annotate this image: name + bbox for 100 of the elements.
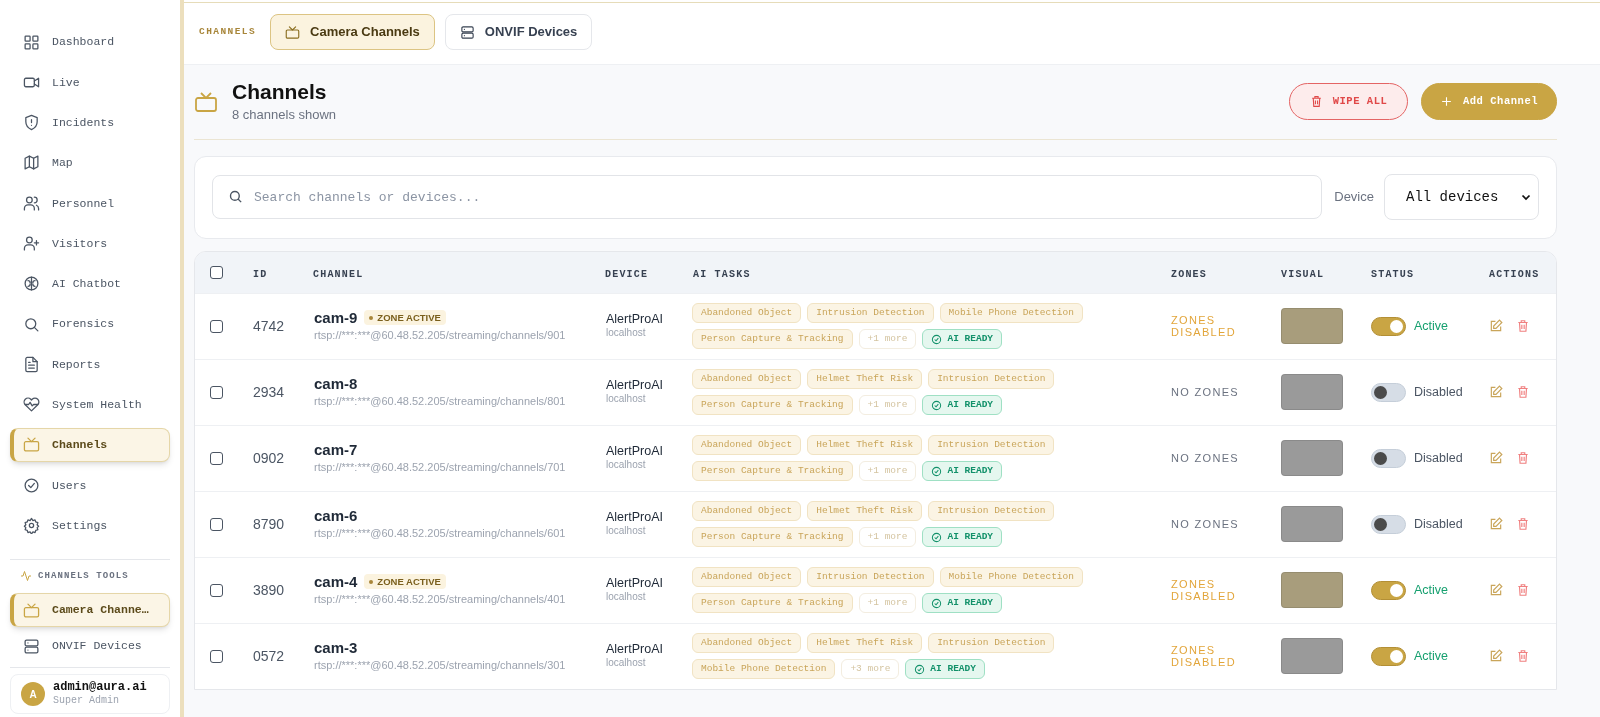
sidebar-item[interactable]: System Health <box>10 387 170 422</box>
user-plus-icon <box>23 235 40 252</box>
sidebar-item[interactable]: Camera Channe… <box>10 593 170 628</box>
status-label: Active <box>1414 581 1449 599</box>
more-tag: +1 more <box>858 593 917 613</box>
row-checkbox[interactable] <box>210 385 223 399</box>
trash-icon[interactable] <box>1516 517 1530 531</box>
task-tag: Intrusion Detection <box>928 369 1055 389</box>
section-label: CHANNELS <box>199 24 256 39</box>
channel-id: 2934 <box>253 384 285 400</box>
sidebar-item[interactable]: Map <box>10 145 170 180</box>
status-label: Active <box>1414 317 1449 335</box>
status-toggle[interactable] <box>1371 580 1406 600</box>
page-title: Channels <box>232 79 328 105</box>
status-toggle[interactable] <box>1371 448 1406 468</box>
section-heading: CHANNELS TOOLS <box>38 569 129 583</box>
user-card[interactable]: A admin@aura.ai Super Admin <box>10 674 170 715</box>
edit-icon[interactable] <box>1489 517 1503 531</box>
sidebar-item[interactable]: Incidents <box>10 105 170 140</box>
heart-pulse-icon <box>23 396 40 414</box>
trash-icon[interactable] <box>1516 649 1530 663</box>
row-checkbox[interactable] <box>210 583 223 597</box>
sidebar-item[interactable]: Personnel <box>10 186 170 221</box>
device-host: localhost <box>606 326 647 339</box>
channel-id: 4742 <box>253 318 285 334</box>
channel-id: 3890 <box>253 582 285 598</box>
channel-id: 0572 <box>253 648 285 664</box>
trash-icon[interactable] <box>1516 319 1530 333</box>
more-tag: +1 more <box>858 395 917 415</box>
zone-active-badge: ZONE ACTIVE <box>364 310 446 326</box>
device-name: AlertProAI <box>606 511 664 524</box>
channel-name: cam-7 <box>314 440 358 459</box>
sidebar-item[interactable]: AI Chatbot <box>10 266 170 301</box>
edit-icon[interactable] <box>1489 385 1503 399</box>
row-checkbox[interactable] <box>210 451 223 465</box>
trash-icon[interactable] <box>1516 451 1530 465</box>
device-name: AlertProAI <box>606 313 664 326</box>
tv-icon <box>23 436 40 454</box>
stream-url: rtsp://***:***@60.48.52.205/streaming/channels/901 <box>314 327 567 343</box>
avatar: A <box>21 682 45 707</box>
device-select[interactable]: All devices <box>1384 174 1539 220</box>
row-checkbox[interactable] <box>210 319 223 333</box>
status-toggle[interactable] <box>1371 382 1406 402</box>
edit-icon[interactable] <box>1489 319 1503 333</box>
ai-ready-badge: AI READY <box>922 593 1003 613</box>
sidebar-item[interactable]: Visitors <box>10 226 170 261</box>
status-toggle[interactable] <box>1371 646 1406 666</box>
activity-icon <box>20 570 32 583</box>
zones-status: NO ZONES <box>1171 452 1240 464</box>
search-field[interactable]: Search channels or devices... <box>212 175 1323 219</box>
column-header: AI TASKS <box>693 269 751 280</box>
zones-status: ZONES DISABLED <box>1171 578 1237 602</box>
sidebar-item[interactable]: Settings <box>10 508 170 543</box>
zones-status: NO ZONES <box>1171 386 1240 398</box>
device-name: AlertProAI <box>606 577 664 590</box>
zones-status: ZONES DISABLED <box>1171 644 1237 668</box>
tab[interactable]: Camera Channels <box>270 14 435 50</box>
trash-icon[interactable] <box>1516 583 1530 597</box>
map-icon <box>23 154 40 172</box>
task-tag: Abandoned Object <box>692 435 802 455</box>
sidebar-item[interactable]: Dashboard <box>10 25 170 59</box>
sidebar-item[interactable]: Forensics <box>10 307 170 342</box>
status-label: Active <box>1414 647 1449 665</box>
edit-icon[interactable] <box>1489 451 1503 465</box>
check-circle-icon <box>23 476 40 494</box>
row-checkbox[interactable] <box>210 517 223 531</box>
status-toggle[interactable] <box>1371 316 1406 336</box>
search-icon <box>23 315 40 333</box>
plus-icon <box>1439 95 1453 109</box>
sidebar-item[interactable]: Live <box>10 65 170 100</box>
check-circle-icon <box>931 399 943 411</box>
device-label: Device <box>1334 188 1374 207</box>
channel-name: cam-9 <box>314 308 358 327</box>
task-tag: Intrusion Detection <box>928 633 1055 653</box>
wipe-all-button[interactable]: WIPE ALL <box>1289 83 1408 121</box>
tab[interactable]: ONVIF Devices <box>444 14 593 50</box>
task-tag: Person Capture & Tracking <box>692 461 853 481</box>
stream-url: rtsp://***:***@60.48.52.205/streaming/channels/801 <box>314 393 567 409</box>
device-host: localhost <box>606 524 647 537</box>
select-all-checkbox[interactable] <box>210 265 223 279</box>
row-checkbox[interactable] <box>210 649 223 663</box>
device-host: localhost <box>606 590 647 603</box>
trash-icon[interactable] <box>1516 385 1530 399</box>
zones-status: ZONES DISABLED <box>1171 314 1237 338</box>
sidebar-item[interactable]: Channels <box>10 427 170 462</box>
settings-icon <box>23 517 40 535</box>
status-toggle[interactable] <box>1371 514 1406 534</box>
channel-name: cam-4 <box>314 572 358 591</box>
column-header: ACTIONS <box>1489 269 1540 280</box>
ai-ready-badge: AI READY <box>922 329 1003 349</box>
edit-icon[interactable] <box>1489 649 1503 663</box>
server-icon <box>23 637 40 655</box>
column-header: DEVICE <box>605 269 649 280</box>
task-tag: Abandoned Object <box>692 567 802 587</box>
sidebar-item[interactable]: ONVIF Devices <box>10 629 170 664</box>
search-icon <box>228 189 243 204</box>
edit-icon[interactable] <box>1489 583 1503 597</box>
sidebar-item[interactable]: Reports <box>10 347 170 382</box>
device-host: localhost <box>606 458 647 471</box>
sidebar-item[interactable]: Users <box>10 468 170 503</box>
